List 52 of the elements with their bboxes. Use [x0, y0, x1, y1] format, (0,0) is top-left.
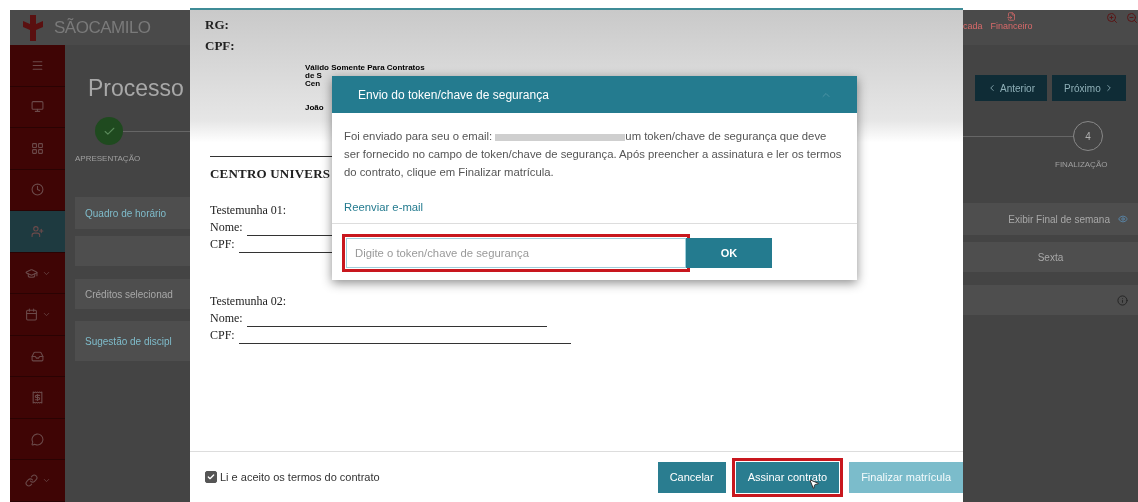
panel-title: Quadro de horário — [85, 207, 167, 219]
stamp-text: Cen — [305, 80, 321, 88]
clock-icon — [31, 183, 44, 197]
accept-terms-checkbox[interactable]: Li e aceito os termos do contrato — [205, 471, 648, 483]
document-field: CPF: — [205, 35, 235, 56]
dialog-title: Envio do token/chave de segurança — [358, 87, 549, 102]
resend-email-link[interactable]: Reenviar e-mail — [344, 201, 424, 213]
calendar-icon — [24, 308, 38, 322]
witness-field-label: CPF: — [210, 327, 235, 344]
link-icon — [24, 474, 38, 488]
step-label: APRESENTAÇÃO — [75, 154, 141, 163]
grid-icon — [31, 141, 44, 155]
zoom-in-icon[interactable] — [1106, 12, 1118, 24]
witness-field-label: Nome: — [210, 310, 243, 327]
step-label: FINALIZAÇÃO — [1055, 160, 1108, 169]
info-icon — [1117, 294, 1128, 306]
weekend-toggle[interactable]: Exibir Final de semana — [1008, 213, 1110, 225]
stamp-text: de S — [305, 72, 322, 80]
inbox-icon — [31, 349, 44, 363]
witness-field-label: CPF: — [210, 236, 235, 253]
witness-title: Testemunha 02: — [210, 293, 287, 310]
chevron-left-icon — [987, 83, 997, 93]
page-title: Processo — [88, 75, 184, 102]
token-input-field[interactable]: Digite o token/chave de segurança — [346, 238, 686, 268]
check-icon — [207, 473, 215, 481]
receipt-icon — [31, 391, 44, 405]
dialog-message: Foi enviado para seu o email: um token/chave de segurança que deve ser fornecido no campo de token/chave de segurança. Após preencher a assinatura e ler os termos do contrato, clique em Finalizar matrícula. — [344, 129, 843, 180]
header-link[interactable]: Financeiro — [990, 12, 1033, 31]
monitor-icon — [31, 100, 44, 114]
zoom-out-icon[interactable] — [1126, 12, 1138, 24]
stamp-text: Válido Somente Para Contratos — [305, 64, 425, 72]
eye-icon[interactable] — [1118, 214, 1128, 224]
nav-button[interactable]: Próximo — [1052, 75, 1126, 101]
nav-button[interactable]: Anterior — [975, 75, 1047, 101]
institution-name: CENTRO UNIVERS — [210, 166, 331, 182]
panel-title: Sugestão de discipl — [85, 335, 172, 347]
witness-field-label: Nome: — [210, 219, 243, 236]
document-field: RG: — [205, 14, 229, 35]
column-header: Sexta — [1037, 251, 1064, 263]
header-link[interactable]: cada — [963, 12, 983, 31]
footer-button[interactable]: Assinar contrato — [735, 461, 840, 493]
witness-title: Testemunha 01: — [210, 202, 287, 219]
sidebar-item[interactable] — [10, 211, 65, 253]
footer-button[interactable]: Cancelar — [657, 461, 726, 493]
ok-button[interactable]: OK — [686, 238, 772, 268]
credits-label: Créditos selecionad — [85, 288, 173, 300]
stamp-text: João — [305, 104, 324, 112]
graduation-cap-icon — [24, 266, 38, 280]
menu-icon — [31, 58, 44, 72]
file-icon — [1007, 12, 1017, 21]
user-plus-icon — [31, 224, 44, 238]
chat-icon — [31, 432, 44, 446]
